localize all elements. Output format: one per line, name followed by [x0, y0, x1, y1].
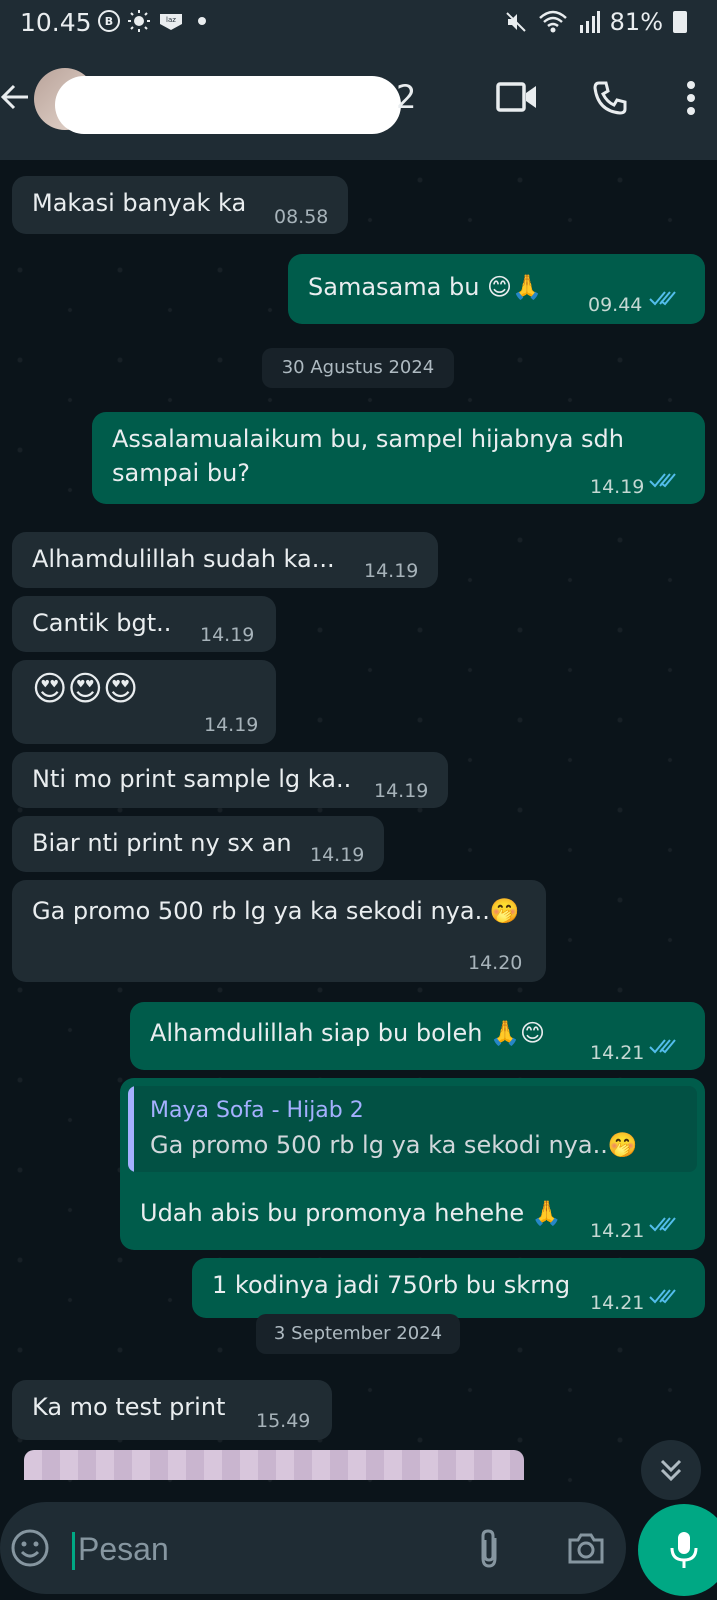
double-chevron-down-icon: [660, 1459, 682, 1482]
message-outgoing-reply[interactable]: Maya Sofa - Hijab 2 Ga promo 500 rb lg y…: [120, 1078, 705, 1250]
message-outgoing[interactable]: Samasama bu 😊🙏 09.44: [288, 254, 705, 324]
message-time: 14.21: [590, 1292, 645, 1314]
status-bar: 10.45 B laz 81%: [0, 0, 717, 46]
message-incoming[interactable]: Ga promo 500 rb lg ya ka sekodi nya..🤭 1…: [12, 880, 546, 982]
message-time: 14.21: [590, 1220, 645, 1242]
more-menu-icon[interactable]: [686, 80, 696, 120]
message-input-container: [0, 1502, 626, 1594]
wifi-icon: [538, 10, 567, 33]
text-caret: [72, 1532, 75, 1570]
svg-text:laz: laz: [166, 16, 176, 24]
status-time: 10.45: [20, 8, 92, 37]
message-outgoing[interactable]: Alhamdulillah siap bu boleh 🙏😊 14.21: [130, 1002, 705, 1070]
message-incoming[interactable]: 😍😍😍 14.19: [12, 660, 276, 744]
dot-icon: [198, 17, 206, 25]
battery-icon: [673, 11, 687, 33]
message-time: 14.20: [468, 952, 523, 974]
read-ticks-icon: [649, 1289, 676, 1304]
message-outgoing[interactable]: 1 kodinya jadi 750rb bu skrng 14.21: [192, 1258, 705, 1318]
message-time: 14.19: [374, 780, 429, 802]
attach-icon[interactable]: [476, 1528, 502, 1574]
read-ticks-icon: [649, 473, 676, 488]
quote-sender: Maya Sofa - Hijab 2: [150, 1098, 364, 1123]
chat-area[interactable]: Makasi banyak ka 08.58 Samasama bu 😊🙏 09…: [0, 160, 717, 1500]
quote-bar: [128, 1086, 134, 1172]
date-chip: 30 Agustus 2024: [262, 348, 454, 388]
microphone-icon: [670, 1532, 698, 1568]
message-input[interactable]: [76, 1522, 460, 1576]
read-ticks-icon: [649, 291, 676, 306]
message-time: 14.21: [590, 1042, 645, 1064]
message-incoming[interactable]: Cantik bgt.. 14.19: [12, 596, 276, 652]
quote-text: Ga promo 500 rb lg ya ka sekodi nya..🤭: [150, 1131, 638, 1159]
camera-icon[interactable]: [566, 1530, 606, 1570]
message-incoming[interactable]: Biar nti print ny sx an 14.19: [12, 816, 384, 872]
date-chip: 3 September 2024: [256, 1314, 460, 1354]
voice-record-button[interactable]: [638, 1504, 717, 1596]
message-time: 14.19: [204, 714, 259, 736]
quoted-message[interactable]: Maya Sofa - Hijab 2 Ga promo 500 rb lg y…: [128, 1086, 697, 1172]
voice-call-icon[interactable]: [592, 80, 628, 120]
back-arrow-icon[interactable]: [0, 76, 30, 122]
message-incoming[interactable]: Makasi banyak ka 08.58: [12, 176, 348, 234]
emoji-icon[interactable]: [10, 1528, 50, 1572]
message-time: 14.19: [590, 476, 645, 498]
laz-icon: laz: [160, 14, 182, 30]
read-ticks-icon: [649, 1217, 676, 1232]
message-outgoing[interactable]: Assalamualaikum bu, sampel hijabnya sdh …: [92, 412, 705, 504]
input-bar: [0, 1500, 717, 1600]
b-icon: B: [98, 10, 120, 32]
chat-header: 2: [0, 46, 717, 160]
message-incoming[interactable]: Ka mo test print 15.49: [12, 1380, 332, 1440]
message-incoming[interactable]: Nti mo print sample lg ka.. 14.19: [12, 752, 448, 808]
message-time: 15.49: [256, 1410, 311, 1432]
mute-icon: [505, 12, 526, 32]
contact-name-redaction[interactable]: [55, 76, 401, 134]
message-time: 14.19: [364, 560, 419, 582]
message-time: 08.58: [274, 206, 329, 228]
video-call-icon[interactable]: [496, 80, 538, 118]
image-message-preview[interactable]: [24, 1450, 524, 1480]
signal-icon: [579, 11, 600, 33]
scroll-to-bottom-button[interactable]: [641, 1440, 701, 1500]
message-incoming[interactable]: Alhamdulillah sudah ka... 14.19: [12, 532, 438, 588]
contact-name-suffix: 2: [396, 78, 417, 116]
message-time: 14.19: [310, 844, 365, 866]
message-time: 09.44: [588, 294, 643, 316]
brightness-icon: [128, 10, 150, 32]
read-ticks-icon: [649, 1039, 676, 1054]
battery-percent: 81%: [609, 8, 663, 36]
message-time: 14.19: [200, 624, 255, 646]
